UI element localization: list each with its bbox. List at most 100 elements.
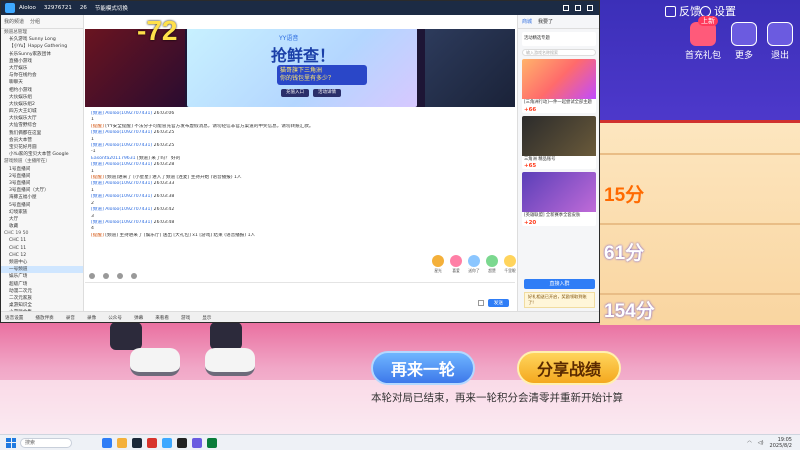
font-icon[interactable] — [103, 273, 109, 279]
ad-button-2[interactable]: 活动详情 — [313, 89, 341, 97]
taskbar-app-icon[interactable] — [102, 437, 112, 448]
channel-tree-item[interactable]: 长乐Sunny家族团体 — [1, 51, 83, 58]
channel-tree-item[interactable]: 大厅娱乐 — [1, 65, 83, 72]
volume-icon[interactable]: ◁) — [758, 440, 764, 446]
channel-tree-item[interactable]: 2号直播间 — [1, 173, 83, 180]
product-card-2[interactable]: 三角洲 精品账号 +65 — [522, 115, 596, 169]
channel-tree-item[interactable]: 游戏频道（主播所在） — [1, 158, 83, 165]
channel-tree-item[interactable]: CHC 19 50 — [1, 230, 83, 237]
channel-tree-item[interactable]: 相约小游戏 — [1, 87, 83, 94]
channel-tree-item[interactable]: 3号直播间 — [1, 180, 83, 187]
channel-tree-item[interactable]: 海豚五福小屋 — [1, 194, 83, 201]
message-sender[interactable]: [提醒] — [91, 233, 104, 238]
share-result-button[interactable]: 分享战绩 — [517, 351, 621, 385]
statusbar-item[interactable]: 弹幕 — [134, 315, 143, 321]
message-sender[interactable]: [频道] Aloloo(1092707431) — [91, 111, 152, 116]
shop-search-input[interactable]: 输入游戏名称搜索 — [522, 49, 596, 56]
channel-tree-item[interactable]: 动漫二次元 — [1, 288, 83, 295]
statusbar-item[interactable]: 播放伴奏 — [35, 315, 53, 321]
channel-tree-item[interactable]: 1号直播间 — [1, 166, 83, 173]
settings-icon[interactable] — [477, 300, 484, 306]
statusbar-item[interactable]: 游戏 — [181, 315, 190, 321]
statusbar-item[interactable]: 录音 — [66, 315, 75, 321]
message-sender[interactable]: Easonfa201179631 — [91, 156, 136, 161]
message-sender[interactable]: [频道] Aloloo(1092707431) — [91, 194, 152, 199]
image-icon[interactable] — [117, 273, 123, 279]
message-sender[interactable]: [频道] Aloloo(1092707431) — [91, 143, 152, 148]
channel-tree-item[interactable]: 桌游知识全 — [1, 302, 83, 309]
tab-mine[interactable]: 我要了 — [538, 18, 553, 25]
channel-tree-item[interactable]: 收藏 — [1, 223, 83, 230]
channel-tree-item[interactable]: 四方大王幻城 — [1, 108, 83, 115]
channel-tree-item[interactable]: 宝贝花好月圆 — [1, 144, 83, 151]
message-sender[interactable]: [频道] Aloloo(1092707431) — [91, 130, 152, 135]
taskbar-app-icon[interactable] — [147, 437, 157, 448]
channel-tree-item[interactable]: 我们俩都在这里 — [1, 130, 83, 137]
channel-tree-item[interactable]: 5号直播间 — [1, 202, 83, 209]
product-card-1[interactable]: [三角洲行动]一件一起尝试全部主题 +66 — [522, 59, 596, 113]
yy-ad-banner[interactable]: YY语音 抢鲜查！ 猫哥旗下三角洲 你的钱包里有多少？ 充值入口 活动详情 — [187, 29, 417, 107]
folder-icon[interactable] — [117, 437, 127, 448]
statusbar-item[interactable]: 录像 — [87, 315, 96, 321]
message-sender[interactable]: [频道] Aloloo(1092707431) — [91, 207, 152, 212]
channel-tree-item[interactable]: CHC 11 — [1, 245, 83, 252]
statusbar-item[interactable]: 显示 — [202, 315, 211, 321]
channel-tree-item[interactable]: 频道中心 — [1, 259, 83, 266]
maximize-icon[interactable] — [575, 5, 581, 11]
start-icon[interactable] — [6, 437, 16, 448]
channel-tree-item[interactable]: 会员大本营 — [1, 137, 83, 144]
chat-input[interactable]: 发送 — [85, 282, 515, 310]
join-group-button[interactable]: 直接入群 — [524, 279, 595, 289]
channel-tree-item[interactable]: 幻境家族 — [1, 209, 83, 216]
clock[interactable]: 19:05 2025/8/2 — [770, 437, 792, 449]
channel-tree-item[interactable]: 大伙娱乐组 — [1, 94, 83, 101]
channel-tree-item[interactable]: 直播小游戏 — [1, 58, 83, 65]
tab-groups[interactable]: 分组 — [30, 18, 40, 25]
yy-taskbar-icon[interactable] — [162, 437, 172, 448]
channel-tree-item[interactable]: 娱乐广场 — [1, 273, 83, 280]
product-card-3[interactable]: [英雄联盟] 全新赛季全套皮肤 +20 — [522, 172, 596, 226]
power-mode-link[interactable]: 节能模式切换 — [95, 4, 128, 12]
channel-tree-item[interactable]: 长久游戏 Sunny Long — [1, 36, 83, 43]
taskbar-app-icon[interactable] — [207, 437, 217, 448]
statusbar-item[interactable]: 来看看 — [155, 315, 169, 321]
taskbar-search[interactable]: 搜索 — [20, 437, 72, 448]
game-taskbar-icon[interactable] — [192, 437, 202, 448]
message-sender[interactable]: [频道] Aloloo(1092707431) — [91, 181, 152, 186]
channel-tree-item[interactable]: 超级广场 — [1, 281, 83, 288]
wifi-icon[interactable]: ◠ — [747, 440, 751, 446]
emoji-icon[interactable] — [89, 273, 95, 279]
minimize-icon[interactable] — [563, 5, 569, 11]
channel-tree-item[interactable]: 大伙娱乐组2 — [1, 101, 83, 108]
statusbar-item[interactable]: 语音设置 — [5, 315, 23, 321]
channel-tree-item[interactable]: 【小Yu】Happy Gathering — [1, 43, 83, 50]
message-sender[interactable]: [提醒] — [91, 124, 104, 129]
search-icon[interactable] — [131, 273, 137, 279]
send-button[interactable]: 发送 — [487, 299, 509, 307]
channel-tree-item[interactable]: 二次元家族 — [1, 295, 83, 302]
channel-tree-item[interactable]: 小Yu家的宝贝大本营 Google — [1, 151, 83, 158]
ad-button-1[interactable]: 充值入口 — [281, 89, 309, 97]
channel-tree-item[interactable]: 与你在线约会 — [1, 72, 83, 79]
tab-shop[interactable]: 商城 — [522, 18, 532, 25]
play-again-button[interactable]: 再来一轮 — [371, 351, 475, 385]
channel-tree-item[interactable]: 频道总管理 — [1, 29, 83, 36]
steam-icon[interactable] — [132, 437, 142, 448]
channel-tree-item[interactable]: 大仙雪野综合 — [1, 122, 83, 129]
channel-tree-item[interactable]: 聊聊天 — [1, 79, 83, 86]
close-icon[interactable] — [587, 5, 593, 11]
channel-tree-item[interactable]: 一号频道 — [1, 266, 83, 274]
exit-button[interactable]: 退出 — [766, 22, 794, 61]
channel-tree-item[interactable]: CHC 11 — [1, 237, 83, 244]
channel-tree-item[interactable]: 大伙娱乐大厅 — [1, 115, 83, 122]
message-sender[interactable]: [提醒] — [91, 175, 104, 180]
recharge-gift-button[interactable]: 上新 首充礼包 — [684, 16, 722, 61]
statusbar-item[interactable]: 公众号 — [108, 315, 122, 321]
taskbar-app-icon[interactable] — [177, 437, 187, 448]
message-sender[interactable]: [频道] Aloloo(1092707431) — [91, 220, 152, 225]
more-button[interactable]: 更多 — [730, 22, 758, 61]
promo-card[interactable]: 活动精选专题 — [522, 32, 596, 46]
channel-tree-item[interactable]: 大厅 — [1, 216, 83, 223]
channel-tree-item[interactable]: CHC 12 — [1, 252, 83, 259]
message-sender[interactable]: [频道] Aloloo(1092707431) — [91, 162, 152, 167]
